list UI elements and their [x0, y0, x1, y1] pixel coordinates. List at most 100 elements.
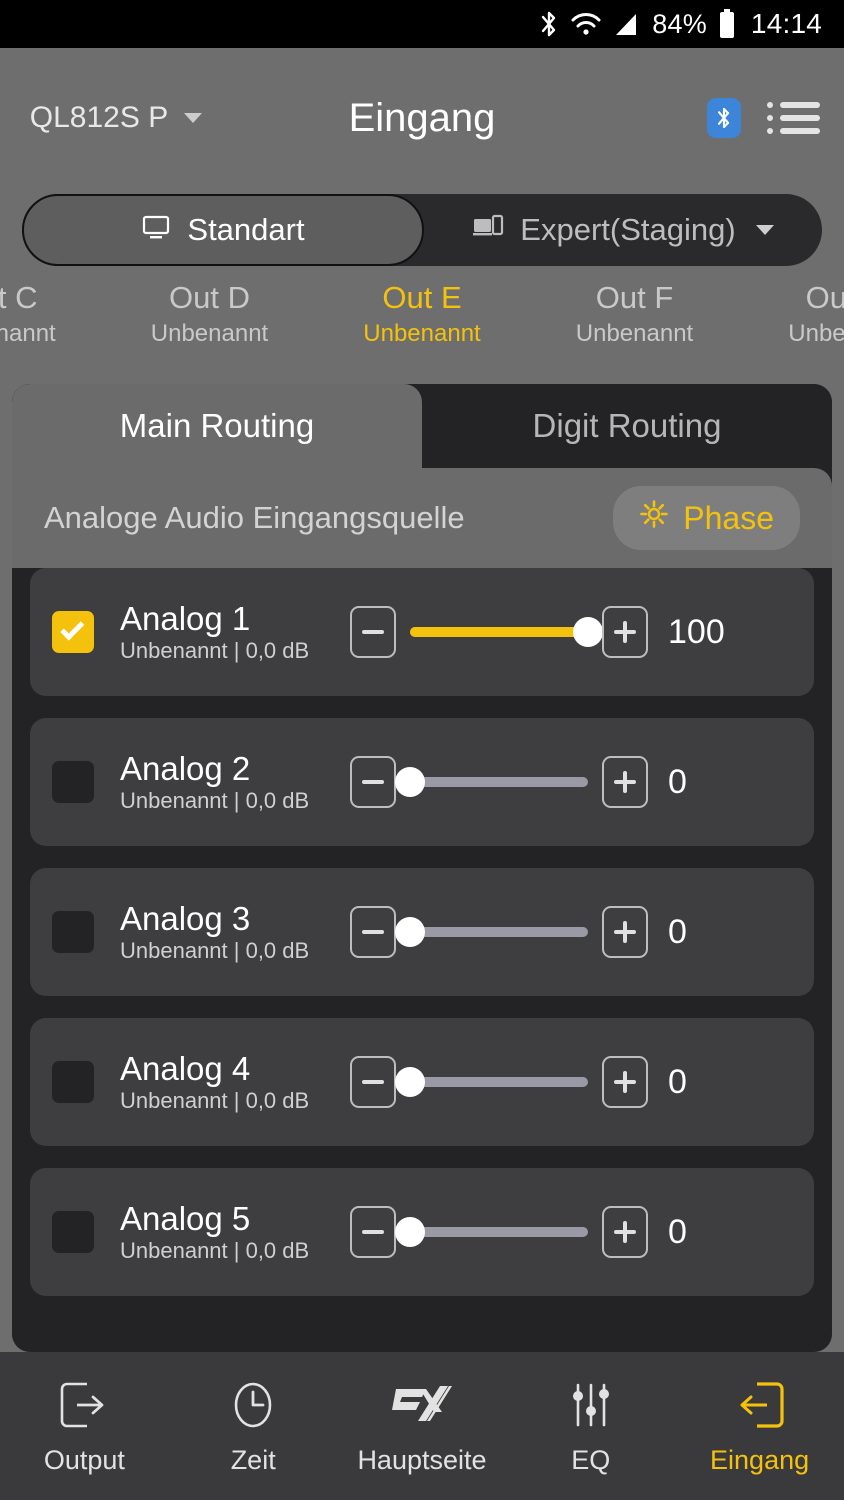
panel-header: Analoge Audio Eingangsquelle Phase	[12, 468, 832, 568]
header-actions	[707, 98, 820, 138]
input-row-analog-5[interactable]: Analog 5 Unbenannt | 0,0 dB 0	[30, 1168, 814, 1296]
equalizer-icon	[564, 1377, 618, 1433]
channel-name: Out F	[595, 280, 674, 315]
input-name: Analog 2	[120, 750, 251, 787]
chevron-down-icon	[184, 113, 202, 123]
bluetooth-status-icon[interactable]	[707, 98, 741, 138]
level-slider[interactable]	[395, 1212, 588, 1252]
nav-label: Zeit	[230, 1444, 276, 1475]
level-control	[350, 1206, 648, 1258]
battery-percent: 84%	[652, 8, 707, 39]
clock-icon	[228, 1377, 278, 1433]
channel-out-c[interactable]: Out C Unbenannt	[0, 280, 102, 348]
decrement-button[interactable]	[350, 1206, 396, 1258]
channel-sub: Unbenannt	[788, 319, 844, 347]
list-menu-icon[interactable]	[767, 102, 820, 134]
mode-option-expert[interactable]: Expert(Staging)	[424, 194, 822, 266]
battery-icon	[717, 8, 737, 40]
arrow-in-box-icon	[733, 1377, 787, 1433]
nav-label: Output	[43, 1444, 125, 1475]
input-source-list: Analog 1 Unbenannt | 0,0 dB 100 Analog 2…	[12, 568, 832, 1352]
channel-name: Out G	[805, 280, 844, 315]
mode-option-standart[interactable]: Standart	[22, 194, 424, 266]
nav-item-output[interactable]: Output	[0, 1377, 169, 1476]
decrement-button[interactable]	[350, 756, 396, 808]
status-clock: 14:14	[750, 8, 822, 39]
mode-selector: Standart Expert(Staging)	[22, 194, 822, 266]
section-title: Analoge Audio Eingangsquelle	[44, 500, 465, 535]
level-slider[interactable]	[395, 912, 588, 952]
routing-card: Main Routing Digit Routing Analoge Audio…	[12, 384, 832, 1352]
nav-item-zeit[interactable]: Zeit	[169, 1377, 338, 1476]
nav-label: Hauptseite	[357, 1444, 487, 1475]
input-row-analog-2[interactable]: Analog 2 Unbenannt | 0,0 dB 0	[30, 718, 814, 846]
increment-button[interactable]	[602, 1056, 648, 1108]
channel-out-g[interactable]: Out G Unbenannt	[742, 280, 844, 348]
tab-digit-routing[interactable]: Digit Routing	[422, 384, 832, 468]
nav-item-eingang[interactable]: Eingang	[675, 1377, 844, 1476]
input-checkbox[interactable]	[52, 611, 94, 653]
channel-out-e[interactable]: Out E Unbenannt	[317, 280, 527, 348]
input-name: Analog 3	[120, 900, 251, 937]
mode-option-standart-label: Standart	[187, 212, 305, 247]
channel-name: Out E	[382, 280, 462, 315]
phase-button-label: Phase	[683, 499, 774, 536]
input-checkbox[interactable]	[52, 1061, 94, 1103]
routing-panel: Analoge Audio Eingangsquelle Phase Analo…	[12, 468, 832, 1352]
routing-tabs: Main Routing Digit Routing	[12, 384, 832, 468]
tab-main-routing[interactable]: Main Routing	[12, 384, 422, 468]
input-row-analog-3[interactable]: Analog 3 Unbenannt | 0,0 dB 0	[30, 868, 814, 996]
input-labels: Analog 4 Unbenannt | 0,0 dB	[120, 1050, 350, 1114]
channel-out-f[interactable]: Out F Unbenannt	[530, 280, 740, 348]
decrement-button[interactable]	[350, 906, 396, 958]
input-checkbox[interactable]	[52, 911, 94, 953]
increment-button[interactable]	[602, 906, 648, 958]
level-slider[interactable]	[410, 612, 603, 652]
nav-label: EQ	[571, 1444, 611, 1475]
nav-item-hauptseite[interactable]: Hauptseite	[338, 1377, 507, 1476]
app-header: QL812S P Eingang	[0, 48, 844, 188]
input-name: Analog 1	[120, 600, 251, 637]
wifi-icon	[570, 10, 602, 38]
level-control	[350, 906, 648, 958]
nav-label: Eingang	[710, 1444, 810, 1475]
nav-item-eq[interactable]: EQ	[506, 1377, 675, 1476]
level-slider[interactable]	[395, 1062, 588, 1102]
cellular-signal-icon	[612, 10, 640, 38]
chevron-down-icon	[755, 225, 774, 235]
mode-option-expert-label: Expert(Staging)	[520, 212, 736, 247]
input-checkbox[interactable]	[52, 761, 94, 803]
input-sub: Unbenannt | 0,0 dB	[120, 1088, 310, 1113]
input-row-analog-1[interactable]: Analog 1 Unbenannt | 0,0 dB 100	[30, 568, 814, 696]
input-checkbox[interactable]	[52, 1211, 94, 1253]
monitor-icon	[141, 212, 171, 248]
increment-button[interactable]	[602, 606, 648, 658]
status-bar: 84% 14:14	[0, 0, 844, 48]
level-slider[interactable]	[395, 762, 588, 802]
devices-icon	[472, 212, 504, 248]
input-row-analog-4[interactable]: Analog 4 Unbenannt | 0,0 dB 0	[30, 1018, 814, 1146]
input-labels: Analog 2 Unbenannt | 0,0 dB	[120, 750, 350, 814]
increment-button[interactable]	[602, 1206, 648, 1258]
input-name: Analog 4	[120, 1050, 251, 1087]
device-name: QL812S P	[29, 101, 169, 135]
output-channel-strip[interactable]: Out C Unbenannt Out D Unbenannt Out E Un…	[0, 266, 844, 366]
level-value: 0	[668, 762, 687, 801]
input-labels: Analog 5 Unbenannt | 0,0 dB	[120, 1200, 350, 1264]
level-value: 0	[668, 1212, 687, 1251]
device-selector[interactable]: QL812S P	[24, 99, 274, 137]
input-labels: Analog 1 Unbenannt | 0,0 dB	[120, 600, 350, 664]
esx-logo-icon	[386, 1377, 458, 1433]
bottom-navigation: Output Zeit Hauptseite EQ Eingang	[0, 1352, 844, 1500]
input-sub: Unbenannt | 0,0 dB	[120, 788, 310, 813]
channel-sub: Unbenannt	[363, 319, 481, 347]
channel-sub: Unbenannt	[0, 319, 56, 347]
decrement-button[interactable]	[350, 1056, 396, 1108]
input-labels: Analog 3 Unbenannt | 0,0 dB	[120, 900, 350, 964]
level-value: 100	[668, 612, 725, 651]
phase-button[interactable]: Phase	[613, 486, 800, 550]
increment-button[interactable]	[602, 756, 648, 808]
channel-out-d[interactable]: Out D Unbenannt	[105, 280, 315, 348]
channel-name: Out C	[0, 280, 38, 315]
decrement-button[interactable]	[350, 606, 396, 658]
